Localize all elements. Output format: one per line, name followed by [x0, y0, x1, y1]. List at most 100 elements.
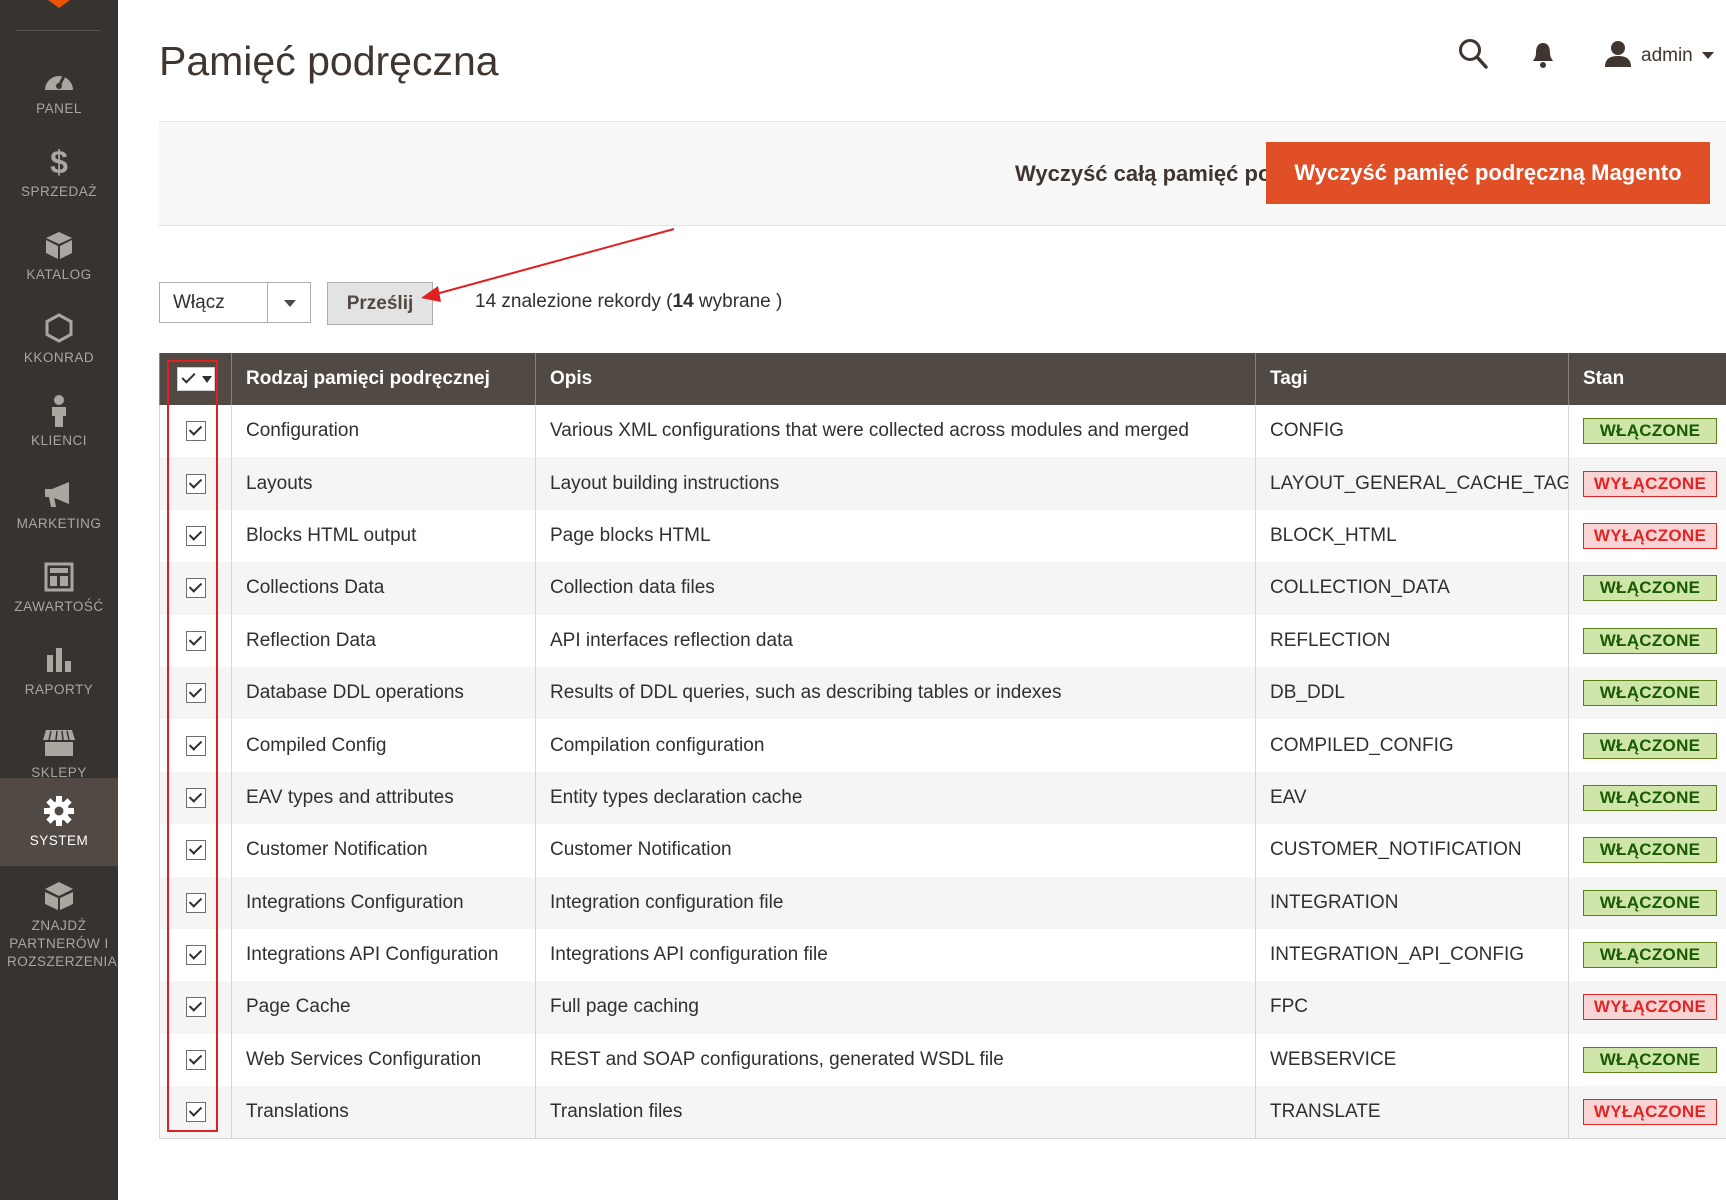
cache-type-cell: Blocks HTML output [231, 509, 536, 563]
mass-select-header[interactable] [159, 353, 232, 405]
cache-type-cell: Page Cache [231, 981, 536, 1034]
table-row: Collections Data Collection data files COL… [159, 562, 1726, 615]
sidebar-item-label: SPRZEDAŻ [20, 184, 97, 199]
row-checkbox[interactable] [185, 683, 206, 704]
row-checkbox[interactable] [185, 525, 206, 546]
row-checkbox[interactable] [185, 735, 206, 756]
row-select-cell[interactable] [159, 824, 232, 877]
row-checkbox[interactable] [185, 578, 206, 599]
flush-magento-cache-button[interactable]: Wyczyść pamięć podręczną Magento [1266, 142, 1710, 204]
column-header-tags: Tagi [1255, 353, 1569, 405]
sidebar-item-system[interactable]: SYSTEM [0, 778, 118, 866]
column-header-status: Stan [1568, 353, 1726, 405]
chevron-down-icon [201, 375, 212, 383]
row-checkbox[interactable] [185, 892, 206, 913]
status-badge: WYŁĄCZONE [1583, 994, 1717, 1021]
description-cell: Layout building instructions [535, 457, 1256, 510]
row-select-cell[interactable] [159, 771, 232, 825]
chevron-down-icon[interactable] [1702, 52, 1714, 59]
cache-type-cell: Layouts [231, 457, 536, 510]
sidebar-item-catalog[interactable]: KATALOG [0, 214, 118, 298]
grid-body: Configuration Various XML configurations … [159, 405, 1726, 1140]
mass-action-select[interactable]: Włącz [159, 282, 311, 323]
sidebar-item-reports[interactable]: RAPORTY [0, 629, 118, 713]
bell-icon[interactable] [1531, 41, 1555, 73]
extensions-icon [42, 879, 76, 913]
sidebar-divider [16, 30, 100, 31]
tags-cell: INTEGRATION_API_CONFIG [1255, 928, 1569, 982]
tags-cell: CONFIG [1255, 405, 1569, 458]
status-cell: WŁĄCZONE [1568, 928, 1726, 982]
bar-chart-icon [42, 643, 76, 677]
sidebar-item-extensions[interactable]: ZNAJDŹ PARTNERÓW I ROZSZERZENIA [0, 870, 118, 980]
row-select-cell[interactable] [159, 666, 232, 720]
row-select-cell[interactable] [159, 614, 232, 667]
mass-action-selected-value: Włącz [173, 292, 225, 313]
status-badge: WŁĄCZONE [1583, 942, 1717, 969]
row-checkbox[interactable] [185, 421, 206, 442]
megaphone-icon [42, 477, 76, 511]
sidebar-item-panel[interactable]: PANEL [0, 48, 118, 132]
cache-type-cell: Reflection Data [231, 614, 536, 667]
row-checkbox[interactable] [185, 473, 206, 494]
sidebar-item-label: ZAWARTOŚĆ [14, 599, 104, 614]
gear-icon [42, 794, 76, 828]
row-checkbox[interactable] [185, 1049, 206, 1070]
user-icon[interactable] [1604, 40, 1632, 72]
cache-type-cell: Integrations Configuration [231, 876, 536, 929]
sidebar-item-marketing[interactable]: MARKETING [0, 463, 118, 547]
sidebar-item-sales[interactable]: $ SPRZEDAŻ [0, 131, 118, 215]
cache-type-cell: Collections Data [231, 562, 536, 615]
row-select-cell[interactable] [159, 509, 232, 563]
status-cell: WŁĄCZONE [1568, 1033, 1726, 1087]
search-icon[interactable] [1458, 38, 1488, 74]
sidebar-item-kkonrad[interactable]: KKONRAD [0, 297, 118, 381]
magento-logo[interactable] [48, 0, 70, 8]
tags-cell: CUSTOMER_NOTIFICATION [1255, 824, 1569, 877]
status-badge: WŁĄCZONE [1583, 889, 1717, 916]
description-cell: Compilation configuration [535, 719, 1256, 772]
row-select-cell[interactable] [159, 457, 232, 510]
status-cell: WŁĄCZONE [1568, 614, 1726, 667]
row-select-cell[interactable] [159, 562, 232, 615]
row-checkbox[interactable] [185, 787, 206, 808]
description-cell: API interfaces reflection data [535, 614, 1256, 667]
row-checkbox[interactable] [185, 840, 206, 861]
row-select-cell[interactable] [159, 928, 232, 982]
row-select-cell[interactable] [159, 1086, 232, 1140]
tags-cell: TRANSLATE [1255, 1086, 1569, 1140]
cache-type-cell: Compiled Config [231, 719, 536, 772]
row-checkbox[interactable] [185, 630, 206, 651]
status-cell: WŁĄCZONE [1568, 405, 1726, 458]
description-cell: Page blocks HTML [535, 509, 1256, 563]
row-select-cell[interactable] [159, 719, 232, 772]
sidebar-item-label: KATALOG [26, 267, 92, 282]
row-checkbox[interactable] [185, 945, 206, 966]
admin-user-menu[interactable]: admin [1641, 45, 1693, 67]
row-select-cell[interactable] [159, 876, 232, 929]
table-row: Blocks HTML output Page blocks HTML BLOCK_… [159, 509, 1726, 563]
table-row: Layouts Layout building instructions LAYOU… [159, 457, 1726, 510]
status-badge: WYŁĄCZONE [1583, 470, 1717, 497]
cache-type-cell: Customer Notification [231, 824, 536, 877]
row-checkbox[interactable] [185, 997, 206, 1018]
table-row: Integrations API Configuration Integratio… [159, 928, 1726, 982]
status-cell: WŁĄCZONE [1568, 824, 1726, 877]
row-select-cell[interactable] [159, 405, 232, 458]
mass-select-dropdown[interactable] [176, 367, 215, 391]
page-actions-bar: Wyczyść całą pamięć podręczną Wyczyść pa… [159, 121, 1726, 226]
sidebar-item-customers[interactable]: KLIENCI [0, 380, 118, 464]
row-select-cell[interactable] [159, 1033, 232, 1087]
description-cell: Integration configuration file [535, 876, 1256, 929]
sidebar-item-content[interactable]: ZAWARTOŚĆ [0, 546, 118, 630]
row-select-cell[interactable] [159, 981, 232, 1034]
sidebar-item-label: MARKETING [16, 516, 102, 531]
status-badge: WŁĄCZONE [1583, 732, 1717, 759]
records-selected-count: 14 [672, 291, 694, 312]
row-checkbox[interactable] [185, 1102, 206, 1123]
table-row: Customer Notification Customer Notificati… [159, 824, 1726, 877]
status-cell: WYŁĄCZONE [1568, 457, 1726, 510]
sidebar-item-label: KKONRAD [23, 350, 95, 365]
submit-button[interactable]: Prześlij [327, 282, 433, 325]
column-header-description: Opis [535, 353, 1256, 405]
